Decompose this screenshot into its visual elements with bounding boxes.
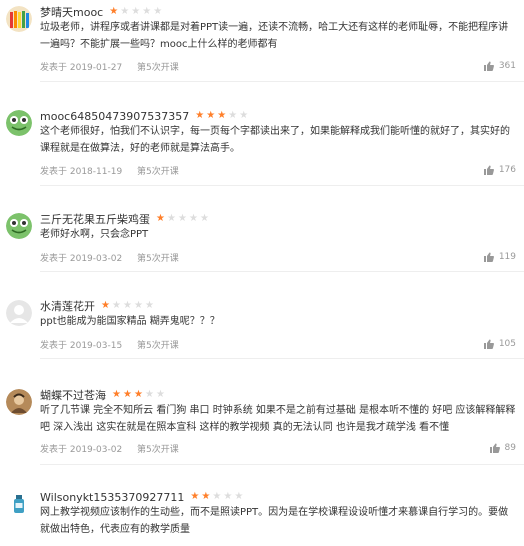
like-button[interactable]: 176 (483, 164, 516, 176)
thumbs-up-icon (483, 61, 494, 71)
thumbs-up-icon (483, 252, 494, 262)
post-date: 发表于 2018-11-19 (40, 167, 123, 177)
review-text: 老师好水啊，只会念PPT (40, 229, 149, 240)
star-empty-icon: ★ (178, 213, 187, 224)
star-filled-icon: ★ (190, 491, 200, 502)
star-filled-icon: ★ (201, 491, 211, 502)
like-button[interactable]: 89 (489, 442, 516, 454)
like-button[interactable]: 361 (483, 60, 516, 72)
username[interactable]: 三斤无花果五斤柴鸡蛋 (40, 211, 150, 227)
star-empty-icon: ★ (134, 300, 143, 311)
review-item: 蝴蝶不过苍海 ★ ★ ★ ★ ★ 听了几节课 完全不知所云 看门狗 串口 时钟系统 如果… (0, 383, 524, 465)
green-frog-avatar-icon[interactable] (6, 110, 32, 136)
divider (40, 185, 524, 186)
review-item: Wilsonykt1535370927711 ★ ★ ★ ★ ★ 网上教学视频应该制作的… (0, 485, 524, 546)
review-text: 网上教学视频应该制作的生动些，而不是照读PPT。因为是在学校课程设设听懂才来慕课… (40, 507, 509, 535)
review-list: 梦晴天mooc ★ ★ ★ ★ ★ 垃圾老师，讲程序或者讲课都是对着PPT读一遍，还读不… (0, 0, 524, 546)
course-term: 第5次开课 (137, 63, 179, 73)
bottle-avatar-icon[interactable] (6, 491, 32, 517)
rating-stars: ★ ★ ★ ★ ★ (194, 111, 249, 121)
star-empty-icon: ★ (120, 6, 130, 17)
review-meta: 发表于 2018-11-19 第5次开课 (40, 164, 191, 177)
post-date: 发表于 2019-03-02 (40, 445, 123, 455)
star-filled-icon: ★ (109, 6, 119, 17)
star-filled-icon: ★ (101, 300, 110, 311)
star-filled-icon: ★ (195, 110, 205, 121)
username[interactable]: Wilsonykt1535370927711 (40, 491, 184, 504)
like-count: 119 (498, 252, 516, 262)
post-date: 发表于 2019-01-27 (40, 63, 123, 73)
star-filled-icon: ★ (134, 389, 143, 400)
divider (40, 358, 524, 359)
review-meta: 发表于 2019-03-15 第5次开课 (40, 338, 191, 351)
rating-stars: ★ ★ ★ ★ ★ (189, 492, 244, 502)
rating-stars: ★ ★ ★ ★ ★ (111, 390, 166, 400)
post-date: 发表于 2019-03-15 (40, 341, 123, 351)
review-text: 这个老师很好，怕我们不认识字，每一页每个字都读出来了，如果能解释成我们能听懂的就… (40, 126, 510, 154)
pencils-avatar-icon[interactable] (6, 6, 32, 32)
thumbs-up-icon (483, 165, 494, 175)
star-empty-icon: ★ (112, 300, 121, 311)
rating-stars: ★ ★ ★ ★ ★ (100, 301, 155, 311)
star-filled-icon: ★ (217, 110, 227, 121)
rating-stars: ★ ★ ★ ★ ★ (155, 214, 210, 224)
thumbs-up-icon (483, 339, 494, 349)
star-filled-icon: ★ (112, 389, 121, 400)
star-filled-icon: ★ (123, 389, 132, 400)
star-empty-icon: ★ (153, 6, 163, 17)
divider (40, 271, 524, 272)
username[interactable]: mooc64850473907537357 (40, 110, 189, 123)
star-empty-icon: ★ (234, 491, 244, 502)
star-empty-icon: ★ (167, 213, 176, 224)
course-term: 第5次开课 (137, 254, 179, 264)
like-count: 176 (498, 165, 516, 175)
course-term: 第5次开课 (137, 445, 179, 455)
review-meta: 发表于 2019-03-02 第5次开课 (40, 251, 191, 264)
review-item: mooc64850473907537357 ★ ★ ★ ★ ★ 这个老师很好，怕我们不认… (0, 104, 524, 186)
username[interactable]: 蝴蝶不过苍海 (40, 387, 106, 403)
divider (40, 81, 524, 82)
like-count: 361 (498, 61, 516, 71)
star-empty-icon: ★ (212, 491, 222, 502)
default-user-avatar-icon[interactable] (6, 300, 32, 326)
star-empty-icon: ★ (228, 110, 238, 121)
like-button[interactable]: 105 (483, 338, 516, 350)
star-filled-icon: ★ (156, 213, 165, 224)
star-empty-icon: ★ (145, 300, 154, 311)
review-text: 听了几节课 完全不知所云 看门狗 串口 时钟系统 如果不是之前有过基础 是根本听… (40, 405, 516, 433)
review-meta: 发表于 2019-03-02 第5次开课 (40, 442, 191, 455)
review-text: ppt也能成为能国家精品 糊弄鬼呢？？？ (40, 316, 220, 327)
like-count: 105 (498, 339, 516, 349)
course-term: 第5次开课 (137, 167, 179, 177)
review-item: 三斤无花果五斤柴鸡蛋 ★ ★ ★ ★ ★ 老师好水啊，只会念PPT 发表于 2019-0… (0, 207, 524, 272)
review-item: 梦晴天mooc ★ ★ ★ ★ ★ 垃圾老师，讲程序或者讲课都是对着PPT读一遍，还读不… (0, 0, 524, 82)
post-date: 发表于 2019-03-02 (40, 254, 123, 264)
rating-stars: ★ ★ ★ ★ ★ (108, 7, 163, 17)
username[interactable]: 水清莲花开 (40, 298, 95, 314)
thumbs-up-icon (489, 443, 500, 453)
review-item: 水清莲花开 ★ ★ ★ ★ ★ ppt也能成为能国家精品 糊弄鬼呢？？？ 发表于 201… (0, 294, 524, 359)
username[interactable]: 梦晴天mooc (40, 4, 103, 20)
star-empty-icon: ★ (156, 389, 165, 400)
star-filled-icon: ★ (206, 110, 216, 121)
like-count: 89 (504, 443, 516, 453)
review-meta: 发表于 2019-01-27 第5次开课 (40, 60, 191, 73)
star-empty-icon: ★ (145, 389, 154, 400)
star-empty-icon: ★ (239, 110, 249, 121)
star-empty-icon: ★ (200, 213, 209, 224)
star-empty-icon: ★ (131, 6, 141, 17)
review-text: 垃圾老师，讲程序或者讲课都是对着PPT读一遍，还读不流畅，哈工大还有这样的老师耻… (40, 22, 509, 50)
course-term: 第5次开课 (137, 341, 179, 351)
divider (40, 464, 524, 465)
photo-avatar-icon[interactable] (6, 389, 32, 415)
star-empty-icon: ★ (123, 300, 132, 311)
like-button[interactable]: 119 (483, 251, 516, 263)
green-frog-avatar-icon[interactable] (6, 213, 32, 239)
star-empty-icon: ★ (142, 6, 152, 17)
star-empty-icon: ★ (223, 491, 233, 502)
star-empty-icon: ★ (189, 213, 198, 224)
